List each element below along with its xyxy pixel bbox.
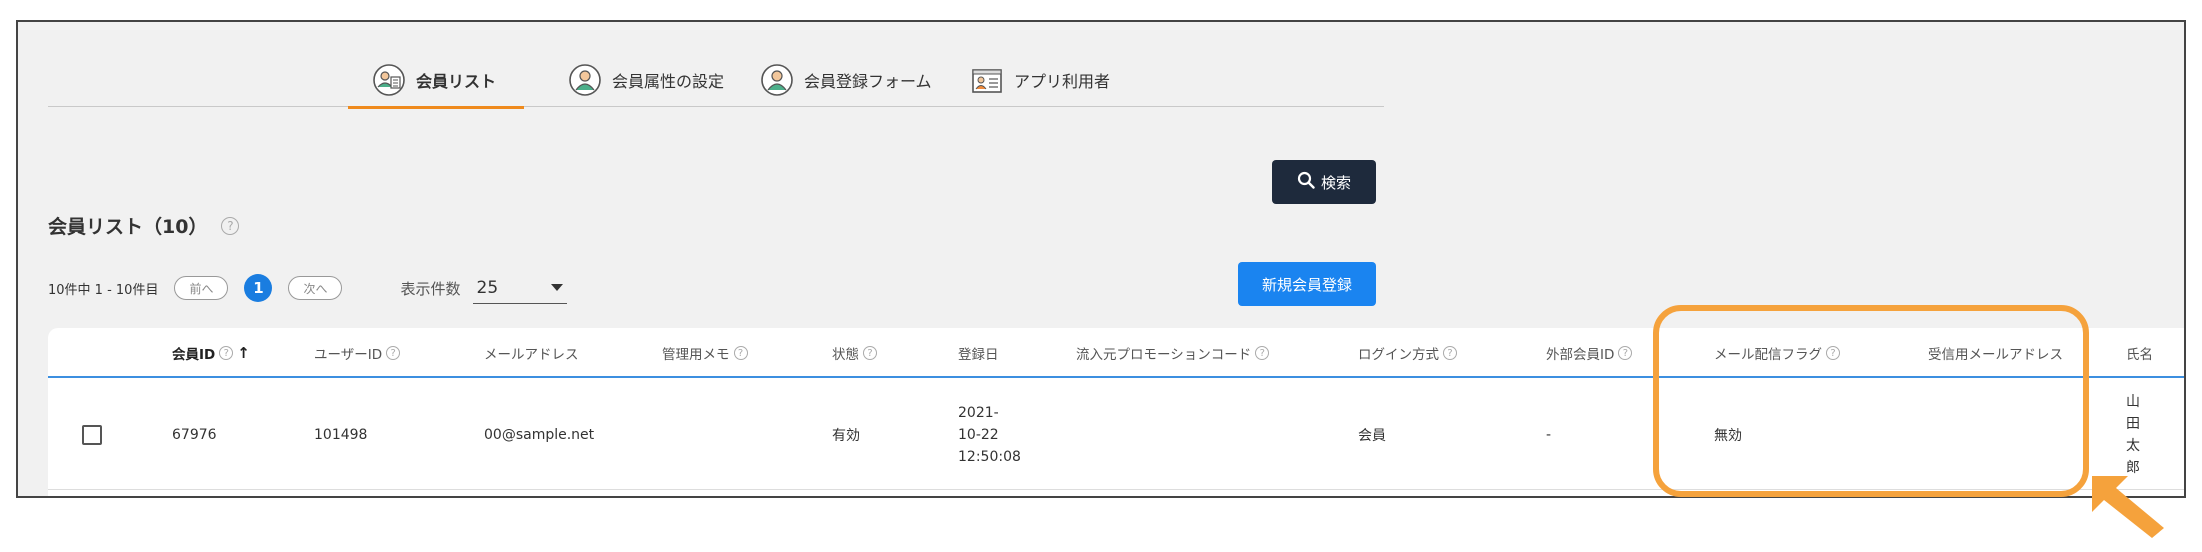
tab-bar: 会員リスト 会員属性の設定 会員登録フォーム アプリ利用者 [48,52,1384,109]
tab-label: 会員リスト [416,71,497,91]
row-checkbox-cell [82,380,102,490]
cell-member-id: 67976 [172,427,217,443]
current-page[interactable]: 1 [244,274,273,302]
help-icon[interactable]: ? [219,346,234,360]
help-icon[interactable]: ? [1255,346,1270,360]
sort-arrow-up-icon[interactable]: ↑ [237,344,250,362]
registered-date-part: 10-22 [958,427,999,443]
column-header-login-method[interactable]: ログイン方式 ? [1358,328,1457,378]
column-header-user-id[interactable]: ユーザーID ? [314,328,401,378]
tab-member-list[interactable]: 会員リスト [348,52,525,109]
cell-status: 有効 [832,428,860,444]
id-card-icon [970,63,1004,97]
chevron-down-icon [550,284,563,291]
list-title-text: 会員リスト（10） [48,216,208,238]
help-icon[interactable]: ? [1618,346,1633,360]
help-icon[interactable]: ? [1443,346,1457,360]
per-page-label: 表示件数 [400,279,461,298]
per-page-value: 25 [476,277,499,298]
cell-user-id: 101498 [314,427,368,443]
column-header-member-id[interactable]: 会員ID ? ↑ [172,328,250,378]
cell-email: 00@sample.net [484,427,595,443]
help-icon[interactable]: ? [863,346,877,360]
cell-registered: 2021- 10-22 12:50:08 [958,380,1058,490]
pointer-arrow-icon [2092,476,2164,538]
highlight-box [1653,305,2089,497]
column-header-status[interactable]: 状態 ? [832,328,877,378]
registered-date-part: 2021- [958,405,999,421]
column-header-memo[interactable]: 管理用メモ ? [662,328,748,378]
tab-label: 会員登録フォーム [804,71,932,91]
prev-page-button[interactable]: 前へ [174,276,229,300]
cell-external-id: - [1546,427,1552,443]
column-header-registered[interactable]: 登録日 [958,328,999,378]
person-circle-icon [568,63,602,97]
column-header-name[interactable]: 氏名 [2126,328,2153,378]
search-button[interactable]: 検索 [1272,160,1376,204]
tab-member-registration-form[interactable]: 会員登録フォーム [760,52,932,107]
help-icon[interactable]: ? [221,216,240,235]
next-page-button[interactable]: 次へ [288,276,343,300]
member-list-icon [372,63,406,97]
cell-login-method: 会員 [1358,428,1386,444]
tab-label: 会員属性の設定 [612,71,725,91]
registered-time: 12:50:08 [958,449,1021,465]
new-member-button[interactable]: 新規会員登録 [1238,262,1376,306]
search-button-label: 検索 [1320,173,1351,192]
column-header-external-id[interactable]: 外部会員ID ? [1546,328,1633,378]
page-title: 会員リスト（10） ? [48,212,240,239]
per-page-select[interactable]: 25 [472,272,567,304]
result-range: 10件中 1 - 10件目 [48,282,159,298]
column-header-email[interactable]: メールアドレス [484,328,579,378]
tab-app-users[interactable]: アプリ利用者 [970,52,1110,107]
help-icon[interactable]: ? [386,346,401,360]
search-icon [1297,171,1315,193]
column-header-promo-code[interactable]: 流入元プロモーションコード ? [1076,328,1270,378]
help-icon[interactable]: ? [733,346,748,360]
tab-member-attributes[interactable]: 会員属性の設定 [568,52,724,107]
pagination: 10件中 1 - 10件目 前へ 1 次へ 表示件数 25 [48,272,567,304]
person-circle-icon [760,63,794,97]
tab-label: アプリ利用者 [1014,71,1111,91]
row-checkbox[interactable] [82,425,102,445]
